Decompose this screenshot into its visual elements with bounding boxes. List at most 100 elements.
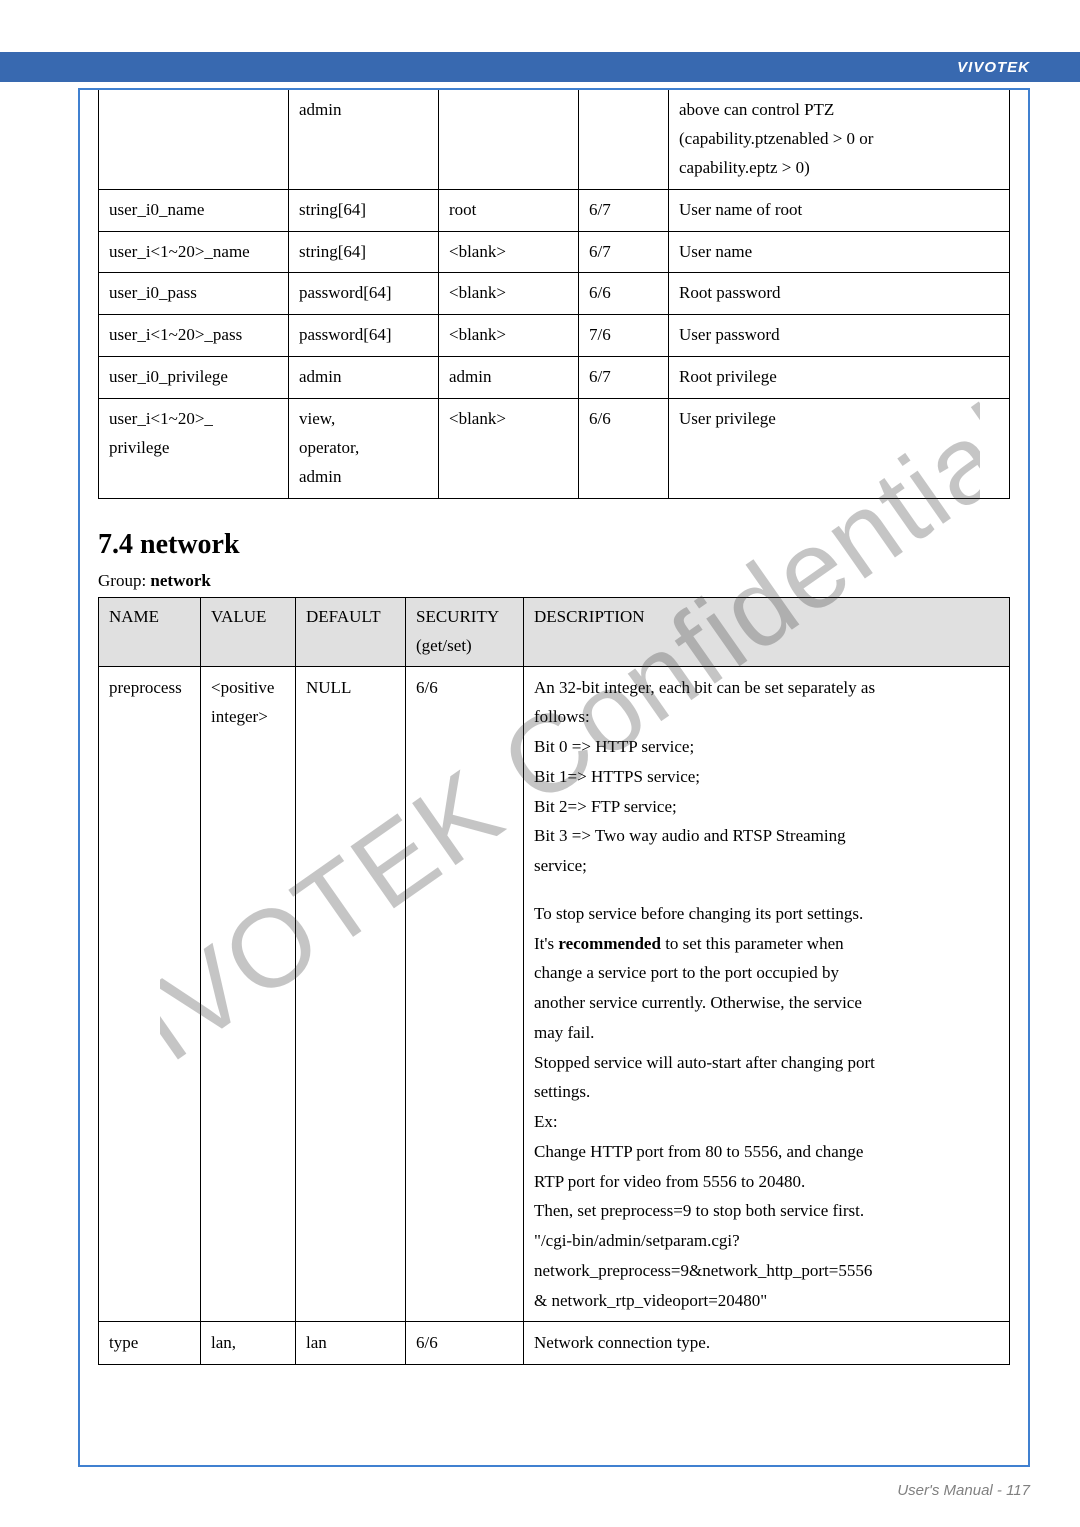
table-row: type lan, lan 6/6 Network connection typ… [99, 1322, 1010, 1365]
cell-default: admin [439, 357, 579, 399]
desc-bold: recommended [558, 934, 661, 953]
cell-value: <positive integer> [201, 666, 296, 1322]
group-name: network [150, 571, 210, 590]
value-text: <positive [211, 673, 285, 703]
cell-name: preprocess [99, 666, 201, 1322]
param-id: user_i<1~20>_ [109, 405, 278, 434]
desc-text: To stop service before changing its port… [534, 899, 999, 929]
cell-description: An 32-bit integer, each bit can be set s… [524, 666, 1010, 1322]
desc-span: It's [534, 934, 558, 953]
cell-name: user_i<1~20>_ privilege [99, 399, 289, 499]
desc-text: capability.eptz > 0) [679, 154, 999, 183]
th-description: DESCRIPTION [524, 597, 1010, 666]
value-text: admin [299, 463, 428, 492]
cell-description: Network connection type. [524, 1322, 1010, 1365]
parameters-table-2: NAME VALUE DEFAULT SECURITY (get/set) DE… [98, 597, 1010, 1365]
cell-name: user_i<1~20>_name [99, 231, 289, 273]
table-row: user_i0_privilege admin admin 6/7 Root p… [99, 357, 1010, 399]
cell-default: <blank> [439, 273, 579, 315]
cell-name: user_i0_privilege [99, 357, 289, 399]
group-label: Group: network [98, 571, 1028, 591]
th-security-main: SECURITY [416, 603, 513, 632]
table-row: preprocess <positive integer> NULL 6/6 A… [99, 666, 1010, 1322]
cell-name [99, 90, 289, 189]
cell-description: above can control PTZ (capability.ptzena… [669, 90, 1010, 189]
cell-description: Root privilege [669, 357, 1010, 399]
cell-default: root [439, 189, 579, 231]
cell-default: <blank> [439, 231, 579, 273]
desc-text: Change HTTP port from 80 to 5556, and ch… [534, 1137, 999, 1167]
desc-text: (capability.ptzenabled > 0 or [679, 125, 999, 154]
cell-description: User name [669, 231, 1010, 273]
desc-text: above can control PTZ [679, 96, 999, 125]
value-text: integer> [211, 702, 285, 732]
cell-value: admin [289, 357, 439, 399]
desc-span: to set this parameter when [661, 934, 844, 953]
cell-security: 6/7 [579, 357, 669, 399]
param-id: privilege [109, 434, 278, 463]
cell-security: 6/7 [579, 231, 669, 273]
cell-default [439, 90, 579, 189]
desc-text: change a service port to the port occupi… [534, 958, 999, 988]
desc-text: network_preprocess=9&network_http_port=5… [534, 1256, 999, 1286]
cell-default: lan [296, 1322, 406, 1365]
desc-text: Bit 1=> HTTPS service; [534, 762, 999, 792]
cell-security: 6/7 [579, 189, 669, 231]
th-security: SECURITY (get/set) [406, 597, 524, 666]
cell-name: user_i<1~20>_pass [99, 315, 289, 357]
cell-security: 6/6 [406, 666, 524, 1322]
desc-text: Bit 2=> FTP service; [534, 792, 999, 822]
th-value: VALUE [201, 597, 296, 666]
cell-security: 7/6 [579, 315, 669, 357]
cell-security: 6/6 [579, 399, 669, 499]
desc-text: another service currently. Otherwise, th… [534, 988, 999, 1018]
desc-text: & network_rtp_videoport=20480" [534, 1286, 999, 1316]
table-row: user_i<1~20>_ privilege view, operator, … [99, 399, 1010, 499]
cell-value: password[64] [289, 273, 439, 315]
cell-default: <blank> [439, 399, 579, 499]
cell-default: NULL [296, 666, 406, 1322]
top-header-bar: VIVOTEK [0, 52, 1080, 82]
table-row: user_i0_pass password[64] <blank> 6/6 Ro… [99, 273, 1010, 315]
page-footer: User's Manual - 117 [897, 1482, 1030, 1499]
table-row: user_i0_name string[64] root 6/7 User na… [99, 189, 1010, 231]
cell-description: User name of root [669, 189, 1010, 231]
desc-text: Stopped service will auto-start after ch… [534, 1048, 999, 1078]
value-text: view, [299, 405, 428, 434]
cell-name: type [99, 1322, 201, 1365]
th-name: NAME [99, 597, 201, 666]
cell-description: User password [669, 315, 1010, 357]
cell-value: admin [289, 90, 439, 189]
group-prefix: Group: [98, 571, 150, 590]
table-row: admin above can control PTZ (capability.… [99, 90, 1010, 189]
blank-line [534, 881, 999, 899]
cell-security: 6/6 [406, 1322, 524, 1365]
desc-text: Bit 3 => Two way audio and RTSP Streamin… [534, 821, 999, 851]
cell-description: Root password [669, 273, 1010, 315]
content-frame: admin above can control PTZ (capability.… [78, 88, 1030, 1467]
brand-label: VIVOTEK [957, 59, 1030, 76]
desc-text: Ex: [534, 1107, 999, 1137]
table-row: user_i<1~20>_name string[64] <blank> 6/7… [99, 231, 1010, 273]
cell-value: password[64] [289, 315, 439, 357]
desc-text: It's recommended to set this parameter w… [534, 929, 999, 959]
cell-value: lan, [201, 1322, 296, 1365]
desc-text: RTP port for video from 5556 to 20480. [534, 1167, 999, 1197]
table-row: user_i<1~20>_pass password[64] <blank> 7… [99, 315, 1010, 357]
desc-text: follows: [534, 702, 999, 732]
desc-text: "/cgi-bin/admin/setparam.cgi? [534, 1226, 999, 1256]
cell-description: User privilege [669, 399, 1010, 499]
th-default: DEFAULT [296, 597, 406, 666]
cell-value: string[64] [289, 231, 439, 273]
desc-text: Then, set preprocess=9 to stop both serv… [534, 1196, 999, 1226]
desc-text: service; [534, 851, 999, 881]
cell-default: <blank> [439, 315, 579, 357]
desc-text: settings. [534, 1077, 999, 1107]
section-heading: 7.4 network [98, 529, 1028, 561]
cell-name: user_i0_pass [99, 273, 289, 315]
desc-text: may fail. [534, 1018, 999, 1048]
value-text: operator, [299, 434, 428, 463]
cell-security [579, 90, 669, 189]
parameters-table-1: admin above can control PTZ (capability.… [98, 90, 1010, 499]
cell-name: user_i0_name [99, 189, 289, 231]
